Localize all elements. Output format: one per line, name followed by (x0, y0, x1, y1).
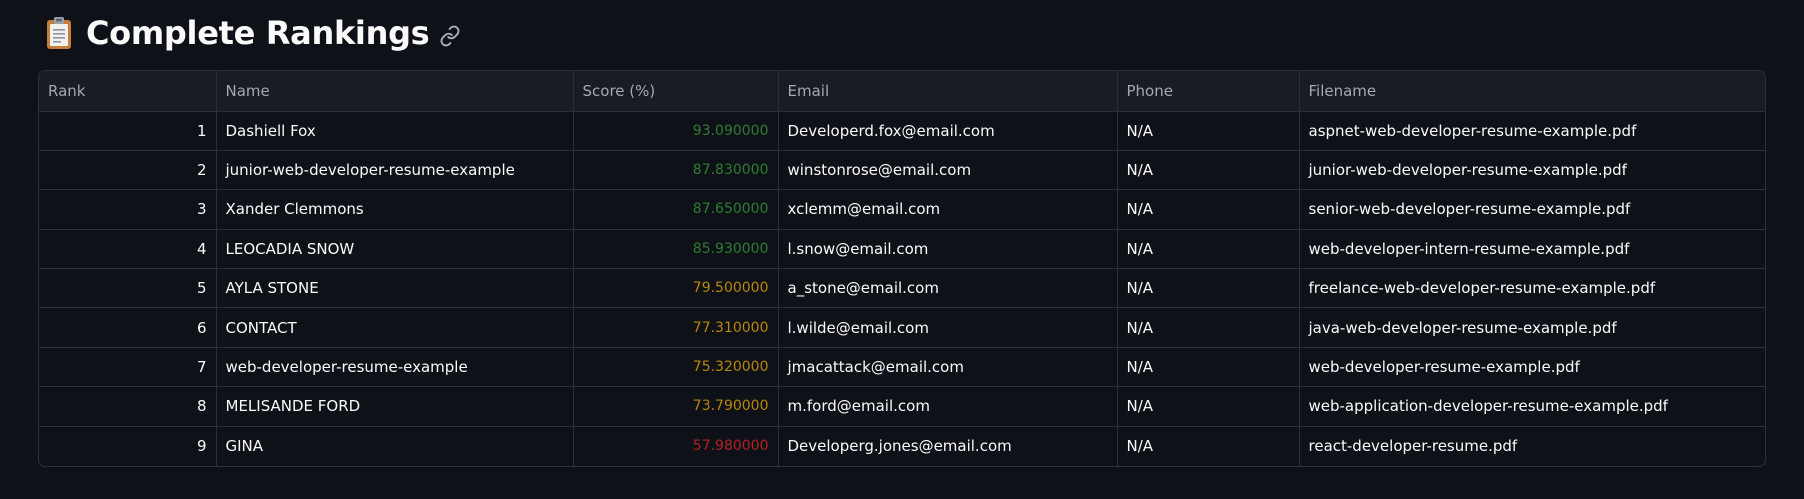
name-cell[interactable]: GINA (216, 426, 574, 466)
column-header-name[interactable]: Name (216, 71, 574, 112)
link-icon[interactable] (439, 25, 461, 47)
email-cell[interactable]: a_stone@email.com (778, 268, 1118, 309)
phone-cell[interactable]: N/A (1117, 189, 1300, 230)
email-cell[interactable]: Developerg.jones@email.com (778, 426, 1118, 466)
email-cell[interactable]: l.snow@email.com (778, 229, 1118, 270)
table-row: 3 Xander Clemmons 87.650000 xclemm@email… (39, 189, 1765, 230)
rank-cell[interactable]: 3 (39, 189, 217, 230)
page-title: Complete Rankings (86, 13, 430, 52)
column-header-email[interactable]: Email (778, 71, 1118, 112)
page-heading: Complete Rankings (45, 10, 461, 55)
table-row: 5 AYLA STONE 79.500000 a_stone@email.com… (39, 268, 1765, 309)
phone-cell[interactable]: N/A (1117, 307, 1300, 348)
name-cell[interactable]: MELISANDE FORD (216, 386, 574, 427)
rank-cell[interactable]: 2 (39, 150, 217, 191)
name-cell[interactable]: web-developer-resume-example (216, 347, 574, 388)
email-cell[interactable]: l.wilde@email.com (778, 307, 1118, 348)
rank-cell[interactable]: 4 (39, 229, 217, 270)
filename-cell[interactable]: web-developer-intern-resume-example.pdf (1299, 229, 1765, 270)
name-cell[interactable]: AYLA STONE (216, 268, 574, 309)
filename-cell[interactable]: senior-web-developer-resume-example.pdf (1299, 189, 1765, 230)
email-cell[interactable]: m.ford@email.com (778, 386, 1118, 427)
phone-cell[interactable]: N/A (1117, 150, 1300, 191)
rankings-table[interactable]: Rank Name Score (%) Email Phone Filename… (38, 70, 1766, 467)
score-cell[interactable]: 85.930000 (573, 229, 779, 270)
score-cell[interactable]: 87.830000 (573, 150, 779, 191)
table-row: 2 junior-web-developer-resume-example 87… (39, 150, 1765, 191)
rank-cell[interactable]: 9 (39, 426, 217, 466)
column-header-rank[interactable]: Rank (39, 71, 217, 112)
table-row: 9 GINA 57.980000 Developerg.jones@email.… (39, 426, 1765, 466)
name-cell[interactable]: Xander Clemmons (216, 189, 574, 230)
rank-cell[interactable]: 5 (39, 268, 217, 309)
email-cell[interactable]: xclemm@email.com (778, 189, 1118, 230)
clipboard-icon (45, 16, 73, 50)
column-header-phone[interactable]: Phone (1117, 71, 1300, 112)
table-row: 8 MELISANDE FORD 73.790000 m.ford@email.… (39, 386, 1765, 427)
phone-cell[interactable]: N/A (1117, 426, 1300, 466)
table-row: 7 web-developer-resume-example 75.320000… (39, 347, 1765, 388)
filename-cell[interactable]: web-application-developer-resume-example… (1299, 386, 1765, 427)
email-cell[interactable]: winstonrose@email.com (778, 150, 1118, 191)
table-row: 1 Dashiell Fox 93.090000 Developerd.fox@… (39, 111, 1765, 151)
email-cell[interactable]: Developerd.fox@email.com (778, 111, 1118, 151)
phone-cell[interactable]: N/A (1117, 347, 1300, 388)
rank-cell[interactable]: 7 (39, 347, 217, 388)
phone-cell[interactable]: N/A (1117, 268, 1300, 309)
phone-cell[interactable]: N/A (1117, 386, 1300, 427)
filename-cell[interactable]: freelance-web-developer-resume-example.p… (1299, 268, 1765, 309)
score-cell[interactable]: 75.320000 (573, 347, 779, 388)
table-header-row: Rank Name Score (%) Email Phone Filename (39, 71, 1765, 112)
score-cell[interactable]: 93.090000 (573, 111, 779, 151)
name-cell[interactable]: CONTACT (216, 307, 574, 348)
filename-cell[interactable]: java-web-developer-resume-example.pdf (1299, 307, 1765, 348)
phone-cell[interactable]: N/A (1117, 111, 1300, 151)
filename-cell[interactable]: aspnet-web-developer-resume-example.pdf (1299, 111, 1765, 151)
phone-cell[interactable]: N/A (1117, 229, 1300, 270)
filename-cell[interactable]: web-developer-resume-example.pdf (1299, 347, 1765, 388)
name-cell[interactable]: junior-web-developer-resume-example (216, 150, 574, 191)
filename-cell[interactable]: junior-web-developer-resume-example.pdf (1299, 150, 1765, 191)
name-cell[interactable]: Dashiell Fox (216, 111, 574, 151)
table-row: 4 LEOCADIA SNOW 85.930000 l.snow@email.c… (39, 229, 1765, 270)
name-cell[interactable]: LEOCADIA SNOW (216, 229, 574, 270)
column-header-score[interactable]: Score (%) (573, 71, 779, 112)
score-cell[interactable]: 57.980000 (573, 426, 779, 466)
email-cell[interactable]: jmacattack@email.com (778, 347, 1118, 388)
rank-cell[interactable]: 1 (39, 111, 217, 151)
page: Complete Rankings Rank Name Score (%) Em… (0, 0, 1804, 499)
score-cell[interactable]: 79.500000 (573, 268, 779, 309)
column-header-filename[interactable]: Filename (1299, 71, 1765, 112)
score-cell[interactable]: 73.790000 (573, 386, 779, 427)
score-cell[interactable]: 77.310000 (573, 307, 779, 348)
table-row: 6 CONTACT 77.310000 l.wilde@email.com N/… (39, 307, 1765, 348)
rank-cell[interactable]: 8 (39, 386, 217, 427)
filename-cell[interactable]: react-developer-resume.pdf (1299, 426, 1765, 465)
rank-cell[interactable]: 6 (39, 307, 217, 348)
score-cell[interactable]: 87.650000 (573, 189, 779, 230)
